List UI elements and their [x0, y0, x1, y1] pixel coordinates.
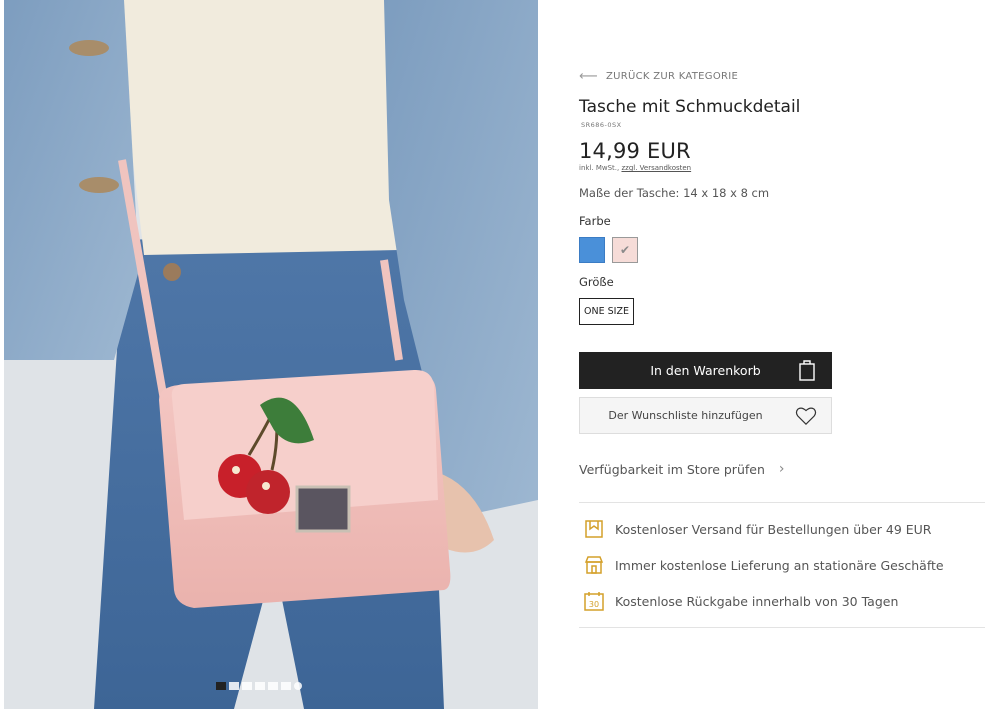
divider: [579, 627, 985, 628]
product-sku: SR686-0SX: [581, 121, 622, 129]
back-to-category-link[interactable]: ⟵ ZURÜCK ZUR KATEGORIE: [579, 69, 738, 84]
size-option-one-size[interactable]: ONE SIZE: [579, 298, 634, 325]
color-label: Farbe: [579, 214, 611, 228]
benefit-free-returns: 30 Kostenlose Rückgabe innerhalb von 30 …: [583, 590, 898, 612]
shopping-bag-icon: [799, 360, 815, 381]
product-title: Tasche mit Schmuckdetail: [579, 97, 801, 117]
color-swatch-pink[interactable]: ✔: [612, 237, 638, 263]
chevron-right-icon: ›: [778, 461, 785, 477]
gallery-pagination: [216, 682, 302, 690]
store-icon: [584, 556, 604, 574]
add-to-wishlist-label: Der Wunschliste hinzufügen: [608, 409, 763, 422]
product-details: ⟵ ZURÜCK ZUR KATEGORIE Tasche mit Schmuc…: [579, 0, 985, 709]
heart-icon: [795, 407, 817, 426]
size-label: Größe: [579, 275, 614, 289]
product-image-gallery[interactable]: [4, 0, 538, 709]
gallery-dot-2[interactable]: [229, 682, 239, 690]
back-label: ZURÜCK ZUR KATEGORIE: [605, 71, 739, 82]
svg-text:30: 30: [589, 600, 599, 609]
gallery-dot-1[interactable]: [216, 682, 226, 690]
product-price: 14,99 EUR: [579, 139, 691, 163]
benefit-text: Immer kostenlose Lieferung an stationäre…: [615, 557, 944, 573]
product-dimensions: Maße der Tasche: 14 x 18 x 8 cm: [579, 186, 770, 200]
benefit-store-delivery: Immer kostenlose Lieferung an stationäre…: [583, 554, 944, 576]
arrow-left-icon: ⟵: [579, 69, 598, 84]
calendar-30-icon: 30: [584, 592, 604, 611]
check-icon: ✔: [619, 243, 631, 257]
benefit-free-shipping: Kostenloser Versand für Bestellungen übe…: [583, 518, 932, 540]
shipping-costs-link[interactable]: zzgl. Versandkosten: [621, 164, 691, 172]
store-availability-label: Verfügbarkeit im Store prüfen: [579, 461, 765, 477]
tax-text: inkl. MwSt.,: [579, 164, 622, 172]
add-to-cart-button[interactable]: In den Warenkorb: [579, 352, 832, 389]
gallery-dot-5[interactable]: [268, 682, 278, 690]
product-photo: [4, 0, 538, 709]
shipping-icon: [585, 520, 603, 538]
add-to-cart-label: In den Warenkorb: [650, 363, 761, 378]
color-swatch-blue[interactable]: [579, 237, 605, 263]
add-to-wishlist-button[interactable]: Der Wunschliste hinzufügen: [579, 397, 832, 434]
divider: [579, 502, 985, 503]
gallery-dot-6[interactable]: [281, 682, 291, 690]
tax-info: inkl. MwSt., zzgl. Versandkosten: [579, 164, 691, 172]
gallery-dot-4[interactable]: [255, 682, 265, 690]
gallery-dot-3[interactable]: [242, 682, 252, 690]
benefit-text: Kostenlose Rückgabe innerhalb von 30 Tag…: [615, 593, 899, 609]
gallery-dot-7[interactable]: [294, 682, 302, 690]
benefit-text: Kostenloser Versand für Bestellungen übe…: [615, 521, 932, 537]
store-availability-link[interactable]: Verfügbarkeit im Store prüfen ›: [579, 461, 785, 477]
